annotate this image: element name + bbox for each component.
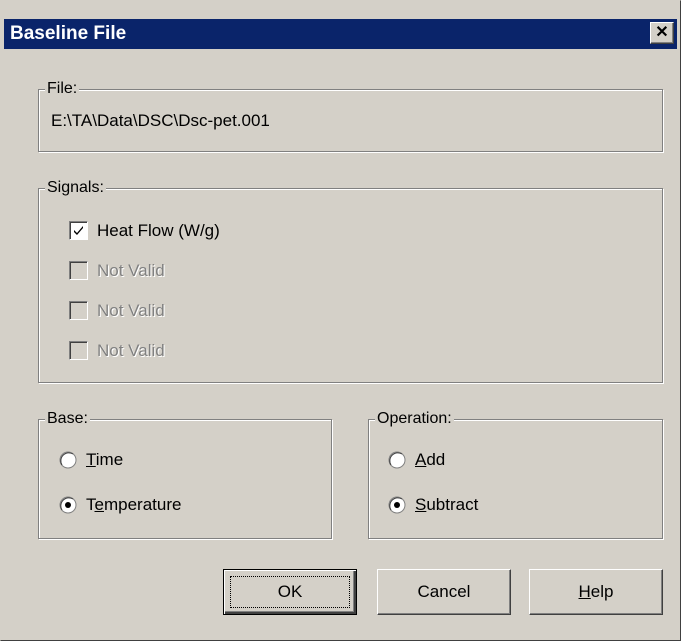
radio-button[interactable]: [59, 496, 77, 514]
help-button-label: Help: [578, 582, 614, 601]
radio-button[interactable]: [59, 451, 77, 469]
title-bar[interactable]: Baseline File ✕: [4, 19, 677, 49]
operation-group: Operation: Add Subtract: [368, 409, 663, 539]
close-button[interactable]: ✕: [650, 22, 674, 44]
checkmark-icon: [74, 226, 83, 235]
checkbox-box[interactable]: [69, 261, 88, 280]
radio-button[interactable]: [388, 496, 406, 514]
radio-dot-icon: [394, 502, 400, 508]
checkbox-box[interactable]: [69, 341, 88, 360]
cancel-button-label: Cancel: [417, 582, 471, 601]
checkbox-label: Heat Flow (W/g): [97, 221, 220, 240]
base-group: Base: Time Temperature: [38, 409, 332, 539]
window-title: Baseline File: [10, 23, 127, 44]
ok-button[interactable]: OK: [223, 569, 357, 615]
baseline-file-dialog: Baseline File ✕ File: E:\TA\Data\DSC\Dsc…: [0, 0, 681, 641]
radio-button[interactable]: [388, 451, 406, 469]
checkbox-label: Not Valid: [97, 301, 165, 320]
file-group-legend: File:: [45, 79, 80, 99]
operation-group-legend: Operation:: [375, 409, 454, 429]
close-icon: ✕: [655, 24, 669, 41]
radio-label: Subtract: [415, 495, 479, 514]
base-group-legend: Base:: [45, 409, 90, 429]
checkbox-label: Not Valid: [97, 341, 165, 360]
cancel-button[interactable]: Cancel: [377, 569, 511, 615]
signals-group: Signals: Heat Flow (W/g) Not Valid Not V…: [38, 178, 663, 383]
ok-button-label: OK: [277, 582, 303, 601]
radio-label: Time: [86, 450, 124, 469]
checkbox-box[interactable]: [69, 301, 88, 320]
file-path: E:\TA\Data\DSC\Dsc-pet.001: [51, 111, 270, 130]
radio-label: Add: [415, 450, 446, 469]
checkbox-label: Not Valid: [97, 261, 165, 280]
file-group: File: E:\TA\Data\DSC\Dsc-pet.001: [38, 79, 663, 152]
radio-dot-icon: [65, 502, 71, 508]
radio-label: Temperature: [86, 495, 182, 514]
signals-group-legend: Signals:: [45, 178, 106, 198]
checkbox-box[interactable]: [69, 221, 88, 240]
help-button[interactable]: Help: [529, 569, 663, 615]
